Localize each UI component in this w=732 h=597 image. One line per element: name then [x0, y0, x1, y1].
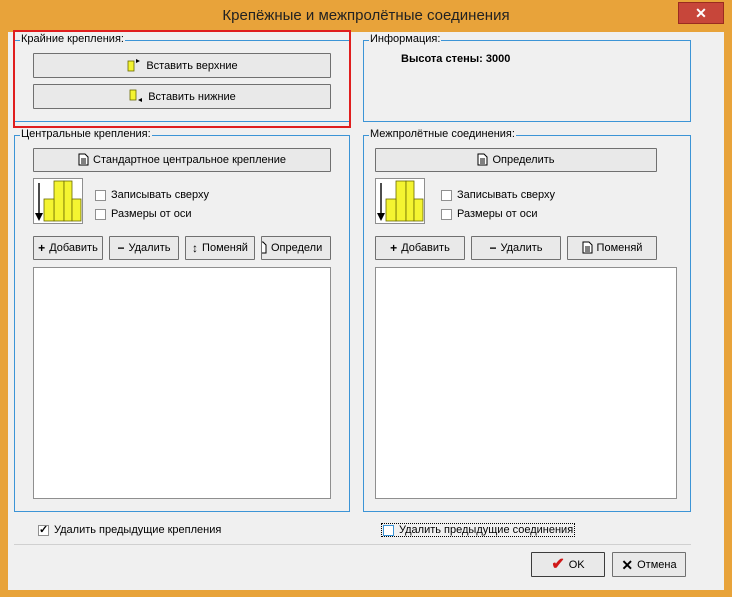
window-title: Крепёжные и межпролётные соединения	[222, 7, 510, 24]
plus-icon: +	[390, 241, 398, 255]
span-write-from-top-box[interactable]	[441, 189, 452, 201]
standard-central-fastening-button[interactable]: Стандартное центральное крепление	[33, 148, 331, 172]
footer-separator	[14, 544, 691, 545]
central-delete-button[interactable]: − Удалить	[109, 236, 179, 260]
standard-central-fastening-label: Стандартное центральное крепление	[93, 154, 286, 166]
delete-prev-fastenings-checkbox[interactable]: Удалить предыдущие крепления	[38, 523, 222, 536]
ok-label: OK	[568, 558, 585, 571]
dialog-client-area: Крайние крепления: Вставить верхние Вста…	[8, 30, 724, 590]
central-write-from-top-label: Записывать сверху	[111, 189, 210, 201]
span-connections-list[interactable]	[375, 267, 677, 499]
x-icon: ✕	[621, 556, 634, 573]
highlight-box	[13, 30, 351, 128]
central-axis-dimensions-label: Размеры от оси	[111, 208, 192, 220]
central-write-from-top-box[interactable]	[95, 189, 106, 201]
up-down-arrow-icon: ↕	[192, 241, 199, 255]
document-icon	[582, 241, 593, 256]
span-delete-label: Удалить	[500, 242, 543, 254]
central-delete-label: Удалить	[128, 242, 171, 254]
document-icon	[262, 241, 267, 256]
span-swap-label: Поменяй	[596, 242, 643, 254]
delete-prev-fastenings-label: Удалить предыдущие крепления	[54, 524, 222, 536]
span-write-from-top-label: Записывать сверху	[457, 189, 556, 201]
span-connection-diagram	[375, 178, 425, 224]
central-fastenings-list[interactable]	[33, 267, 331, 499]
central-write-from-top-checkbox[interactable]: Записывать сверху	[95, 189, 209, 201]
delete-prev-connections-checkbox[interactable]: Удалить предыдущие соединения	[381, 523, 576, 537]
span-add-button[interactable]: + Добавить	[375, 236, 465, 260]
central-swap-label: Поменяй	[202, 242, 248, 254]
wall-height-value: 3000	[485, 53, 511, 65]
cancel-label: Отмена	[637, 558, 677, 571]
span-delete-button[interactable]: − Удалить	[471, 236, 561, 260]
wall-height-label: Высота стены:	[401, 53, 483, 65]
document-icon	[477, 153, 488, 168]
span-connections-legend: Межпролётные соединения:	[369, 128, 516, 140]
minus-icon: −	[117, 241, 125, 255]
document-icon	[78, 153, 89, 168]
title-bar[interactable]: Крепёжные и межпролётные соединения ✕	[0, 0, 732, 32]
delete-prev-fastenings-box[interactable]	[38, 523, 49, 536]
span-swap-button[interactable]: Поменяй	[567, 236, 657, 260]
wall-height-readout: Высота стены: 3000	[401, 53, 510, 65]
checkmark-icon: ✔	[551, 555, 565, 573]
central-fastenings-legend: Центральные крепления:	[20, 128, 152, 140]
span-axis-dimensions-checkbox[interactable]: Размеры от оси	[441, 208, 538, 220]
central-add-button[interactable]: + Добавить	[33, 236, 103, 260]
minus-icon: −	[489, 241, 497, 255]
span-write-from-top-checkbox[interactable]: Записывать сверху	[441, 189, 555, 201]
central-swap-button[interactable]: ↕ Поменяй	[185, 236, 255, 260]
central-fastening-diagram	[33, 178, 83, 224]
span-define-button[interactable]: Определить	[375, 148, 657, 172]
plus-icon: +	[38, 241, 46, 255]
central-define-label: Определи	[271, 242, 323, 254]
span-axis-dimensions-label: Размеры от оси	[457, 208, 538, 220]
delete-prev-connections-label: Удалить предыдущие соединения	[399, 524, 574, 536]
span-add-label: Добавить	[401, 242, 450, 254]
span-axis-dimensions-box[interactable]	[441, 208, 452, 220]
central-axis-dimensions-checkbox[interactable]: Размеры от оси	[95, 208, 192, 220]
dialog-window: Крепёжные и межпролётные соединения ✕ Кр…	[0, 0, 732, 597]
ok-button[interactable]: ✔ OK	[531, 552, 605, 577]
info-legend: Информация:	[369, 33, 442, 45]
close-button[interactable]: ✕	[678, 2, 724, 24]
central-define-button[interactable]: Определи	[261, 236, 331, 260]
cancel-button[interactable]: ✕ Отмена	[612, 552, 686, 577]
central-add-label: Добавить	[49, 242, 98, 254]
span-define-label: Определить	[492, 154, 555, 166]
delete-prev-connections-box[interactable]	[383, 524, 394, 536]
central-axis-dimensions-box[interactable]	[95, 208, 106, 220]
